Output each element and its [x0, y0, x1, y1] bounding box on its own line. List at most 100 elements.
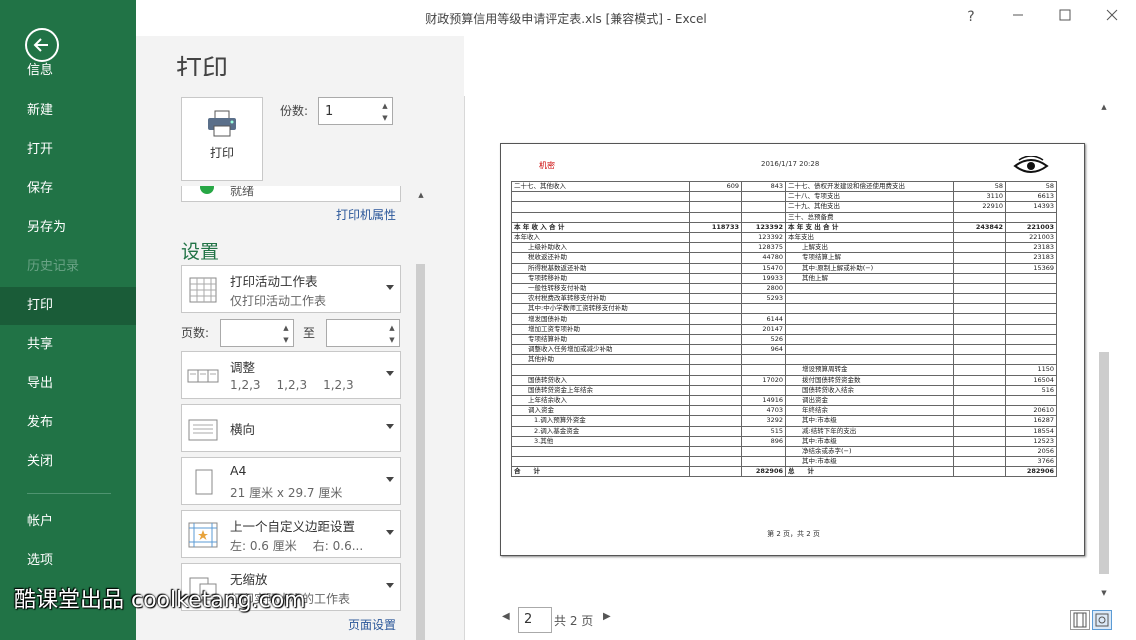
table-cell — [689, 201, 742, 213]
window-title: 财政预算信用等级申请评定表.xls [兼容模式] - Excel — [425, 12, 707, 26]
table-cell — [741, 303, 786, 315]
table-cell — [1005, 354, 1057, 366]
table-cell — [741, 445, 786, 458]
table-cell: 调入资金 — [511, 405, 690, 417]
table-cell: 515 — [741, 425, 786, 437]
maximize-button[interactable] — [1050, 4, 1080, 30]
option-subtitle: 21 厘米 x 29.7 厘米 — [230, 486, 343, 500]
margins-dropdown[interactable]: 上一个自定义边距设置 左: 0.6 厘米 右: 0.6... — [181, 510, 401, 558]
nav-item[interactable]: 打开 — [0, 131, 136, 169]
sheet-grid-icon — [189, 277, 217, 303]
table-cell — [785, 323, 954, 335]
table-cell: 123392 — [741, 221, 786, 233]
copies-value: 1 — [325, 104, 334, 119]
scrollbar-thumb[interactable] — [1099, 352, 1109, 574]
table-cell — [689, 435, 742, 447]
page-setup-link[interactable]: 页面设置 — [348, 616, 396, 633]
nav-item[interactable]: 发布 — [0, 404, 136, 442]
print-what-dropdown[interactable]: 打印活动工作表 仅打印活动工作表 — [181, 265, 401, 313]
table-cell: 上解支出 — [785, 242, 954, 254]
printer-select[interactable]: 就绪 — [181, 186, 401, 202]
table-cell — [689, 293, 742, 305]
copies-up-button[interactable]: ▲ — [380, 100, 390, 112]
table-cell: 专项转移补助 — [511, 272, 690, 284]
table-cell: 17020 — [741, 374, 786, 386]
pages-to-up[interactable]: ▲ — [387, 322, 397, 334]
table-row: 净结余或赤字(−) 2056 — [511, 445, 1057, 458]
collate-dropdown[interactable]: 调整 1,2,3 1,2,3 1,2,3 — [181, 351, 401, 399]
nav-item[interactable]: 导出 — [0, 365, 136, 403]
help-button[interactable]: ? — [956, 4, 986, 30]
table-cell — [1005, 303, 1057, 315]
table-cell: 其中:原制上解或补助(−) — [785, 262, 954, 274]
table-cell: 其他补助 — [511, 354, 690, 366]
scroll-up-icon[interactable]: ▲ — [414, 188, 428, 202]
option-title: 调整 — [230, 360, 256, 375]
table-cell: 本年收入 — [511, 231, 690, 244]
close-button[interactable] — [1097, 4, 1127, 30]
table-cell: 15369 — [1005, 262, 1057, 274]
preview-scrollbar[interactable]: ▲ ▼ — [1097, 100, 1111, 600]
table-cell — [689, 313, 742, 325]
table-row: 上年结余收入 14916 调出资金 — [511, 394, 1057, 407]
table-cell — [741, 364, 786, 376]
copies-down-button[interactable]: ▼ — [380, 112, 390, 124]
table-cell — [689, 405, 742, 417]
table-cell: 964 — [741, 343, 786, 356]
table-cell — [511, 456, 690, 468]
orientation-dropdown[interactable]: 横向 — [181, 404, 401, 452]
table-cell: 二十七、其他收入 — [511, 180, 690, 193]
table-row: 1.调入预算外资金 3292 其中:市本级 16287 — [511, 415, 1057, 427]
table-cell — [689, 262, 742, 274]
scroll-up-icon[interactable]: ▲ — [1097, 100, 1111, 114]
nav-item[interactable]: 另存为 — [0, 209, 136, 247]
settings-scrollbar[interactable]: ▲ — [414, 188, 426, 640]
nav-item[interactable]: 保存 — [0, 170, 136, 208]
pages-from-down[interactable]: ▼ — [281, 334, 291, 346]
paper-size-dropdown[interactable]: A4 21 厘米 x 29.7 厘米 — [181, 457, 401, 505]
nav-item[interactable]: 关闭 — [0, 443, 136, 481]
nav-item[interactable]: 共享 — [0, 326, 136, 364]
printer-properties-link[interactable]: 打印机属性 — [336, 206, 396, 223]
table-cell — [511, 211, 690, 223]
table-cell — [953, 323, 1006, 335]
show-margins-button[interactable] — [1070, 610, 1090, 630]
table-cell: 其中:中小学教师工资转移支付补助 — [511, 303, 690, 315]
scroll-down-icon[interactable]: ▼ — [1097, 586, 1111, 600]
table-cell: 14393 — [1005, 201, 1057, 213]
pages-from-input[interactable]: ▲ ▼ — [220, 319, 294, 347]
table-row: 合 计 282906 总 计 282906 — [511, 466, 1057, 478]
table-cell — [1005, 313, 1057, 325]
table-cell — [953, 343, 1006, 356]
table-cell: 16287 — [1005, 415, 1057, 427]
table-cell: 123392 — [741, 231, 786, 244]
page-header-left: 机密 — [539, 161, 555, 170]
prev-page-icon[interactable]: ◀ — [502, 611, 510, 622]
print-button[interactable]: 打印 — [181, 97, 263, 181]
nav-item[interactable]: 选项 — [0, 542, 136, 580]
minimize-button[interactable] — [1003, 4, 1033, 30]
table-cell: 6613 — [1005, 191, 1057, 203]
table-cell: 其中:市本级 — [785, 435, 954, 447]
table-cell: 其中:市本级 — [785, 456, 954, 468]
zoom-to-page-button[interactable] — [1092, 610, 1112, 630]
scrollbar-thumb[interactable] — [416, 264, 425, 640]
table-cell: 2.调入基金资金 — [511, 425, 690, 437]
pages-from-up[interactable]: ▲ — [281, 322, 291, 334]
nav-item[interactable]: 帐户 — [0, 503, 136, 541]
copies-input[interactable]: 1 ▲ ▼ — [318, 97, 393, 125]
pages-to-input[interactable]: ▲ ▼ — [326, 319, 400, 347]
option-subtitle: 左: 0.6 厘米 右: 0.6... — [230, 539, 364, 553]
current-page-input[interactable]: 2 — [518, 607, 552, 633]
table-cell: 6144 — [741, 313, 786, 325]
nav-item[interactable]: 信息 — [0, 52, 136, 90]
table-cell: 减:结转下年的支出 — [785, 425, 954, 437]
table-row: 专项转移补助 19933 其他上解 — [511, 272, 1057, 284]
table-cell: 843 — [741, 180, 786, 193]
table-cell — [689, 364, 742, 376]
table-cell — [511, 445, 690, 458]
nav-item[interactable]: 新建 — [0, 92, 136, 130]
pages-to-down[interactable]: ▼ — [387, 334, 397, 346]
nav-item[interactable]: 打印 — [0, 287, 136, 325]
next-page-icon[interactable]: ▶ — [603, 611, 611, 622]
